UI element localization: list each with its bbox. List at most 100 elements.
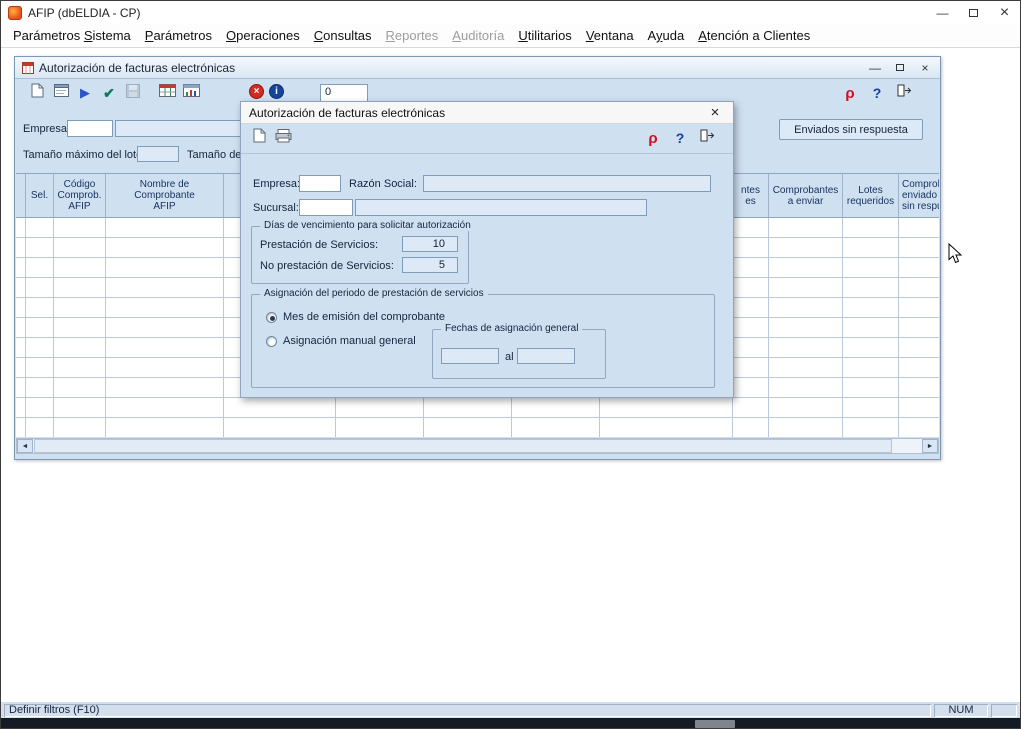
table-cell	[600, 418, 733, 437]
menu-item-utilitarios[interactable]: Utilitarios	[511, 26, 578, 45]
scroll-right-button[interactable]: ►	[922, 439, 938, 453]
new-button[interactable]	[25, 82, 49, 104]
table-chart-button[interactable]	[179, 82, 203, 104]
column-header[interactable]: Comprobaenviadosin respu	[899, 174, 939, 218]
child-toolbar-right: ρ ?	[838, 82, 916, 104]
column-header[interactable]: Comprobantesa enviar	[769, 174, 843, 218]
child-restore-button[interactable]	[892, 64, 908, 71]
help-button[interactable]: ?	[668, 127, 692, 149]
table-cell	[769, 378, 843, 398]
razon-social-field	[423, 175, 711, 192]
table-cell	[843, 218, 899, 238]
properties-button[interactable]	[49, 82, 73, 104]
menu-item-operaciones[interactable]: Operaciones	[219, 26, 307, 45]
horizontal-scrollbar[interactable]: ◄ ►	[16, 438, 939, 454]
rho-button[interactable]: ρ	[838, 82, 862, 104]
new-button[interactable]	[247, 127, 271, 149]
close-icon: ×	[921, 61, 928, 75]
dialog-title: Autorización de facturas electrónicas	[249, 106, 445, 120]
table-cell	[899, 338, 939, 358]
child-close-button[interactable]: ×	[917, 61, 933, 75]
table-cell	[16, 398, 26, 418]
enviados-sin-respuesta-button[interactable]: Enviados sin respuesta	[779, 119, 923, 140]
table-cell	[733, 218, 769, 238]
help-button[interactable]: ?	[865, 82, 889, 104]
radio-asignacion-manual[interactable]: Asignación manual general	[266, 335, 416, 347]
close-button[interactable]: ×	[989, 1, 1020, 24]
table-cell	[424, 418, 512, 437]
radio-mes-emision[interactable]: Mes de emisión del comprobante	[266, 311, 445, 323]
groupbox-fechas: Fechas de asignación general al	[432, 329, 606, 379]
maximize-icon	[969, 9, 978, 17]
fecha-desde-field[interactable]	[441, 348, 499, 364]
column-header[interactable]: Sel.	[26, 174, 54, 218]
exit-button[interactable]	[892, 82, 916, 104]
table-cell	[843, 398, 899, 418]
status-end-panel	[991, 704, 1017, 717]
fecha-hasta-field[interactable]	[517, 348, 575, 364]
scroll-left-button[interactable]: ◄	[17, 439, 33, 453]
save-button[interactable]	[121, 82, 145, 104]
column-header[interactable]: CódigoComprob.AFIP	[54, 174, 106, 218]
table-cell	[512, 398, 600, 418]
menu-item-atencion-a-clientes[interactable]: Atención a Clientes	[691, 26, 817, 45]
table-cell	[224, 418, 336, 437]
new-document-icon	[31, 83, 44, 103]
no-prestacion-label: No prestación de Servicios:	[260, 260, 394, 272]
table-row[interactable]	[16, 418, 939, 437]
table-cell	[224, 398, 336, 418]
child-minimize-button[interactable]: —	[867, 61, 883, 75]
table-icon	[159, 84, 176, 102]
table-cell	[54, 298, 106, 318]
table-cell	[106, 338, 224, 358]
mdi-area: Autorización de facturas electrónicas — …	[1, 49, 1020, 702]
prestacion-dias-field[interactable]: 10	[402, 236, 458, 252]
dialog-close-button[interactable]: ×	[705, 104, 725, 121]
empresa-input[interactable]	[299, 175, 341, 192]
num-lock-indicator: NUM	[934, 704, 988, 717]
table-cell	[843, 358, 899, 378]
restore-icon	[896, 64, 904, 71]
sucursal-name-field	[355, 199, 647, 216]
menu-item-consultas[interactable]: Consultas	[307, 26, 379, 45]
error-status-icon[interactable]: ×	[249, 84, 264, 99]
menu-item-ventana[interactable]: Ventana	[579, 26, 641, 45]
table-cell	[769, 398, 843, 418]
child-toolbar: ▶ ✔	[25, 82, 203, 104]
run-button[interactable]: ▶	[73, 82, 97, 104]
table-row[interactable]	[16, 398, 939, 418]
table-view-button[interactable]	[155, 82, 179, 104]
table-cell	[843, 278, 899, 298]
column-header[interactable]: nteses	[733, 174, 769, 218]
lote-tail-label: Tamaño del	[187, 149, 244, 161]
pending-count-field[interactable]: 0	[320, 84, 368, 102]
maximize-button[interactable]	[958, 1, 989, 24]
table-cell	[106, 218, 224, 238]
scrollbar-thumb[interactable]	[34, 439, 892, 453]
rho-button[interactable]: ρ	[641, 127, 665, 149]
no-prestacion-dias-field[interactable]: 5	[402, 257, 458, 273]
status-message-panel: Definir filtros (F10)	[4, 704, 931, 717]
menu-item-ayuda[interactable]: Ayuda	[641, 26, 692, 45]
sucursal-code-input[interactable]	[299, 199, 353, 216]
radio-selected-icon	[266, 312, 277, 323]
menu-item-parametros[interactable]: Parámetros	[138, 26, 219, 45]
column-header[interactable]	[16, 174, 26, 218]
info-status-icon[interactable]: i	[269, 84, 284, 99]
table-cell	[769, 258, 843, 278]
app-icon	[8, 6, 22, 20]
table-cell	[16, 338, 26, 358]
column-header[interactable]: Lotesrequeridos	[843, 174, 899, 218]
empresa-code-field[interactable]	[67, 120, 113, 137]
exit-button[interactable]	[695, 127, 719, 149]
child-titlebar[interactable]: Autorización de facturas electrónicas — …	[15, 57, 940, 79]
column-header[interactable]: Nombre deComprobanteAFIP	[106, 174, 224, 218]
table-cell	[106, 318, 224, 338]
table-cell	[899, 318, 939, 338]
print-button[interactable]	[271, 127, 295, 149]
dialog-titlebar[interactable]: Autorización de facturas electrónicas ×	[241, 102, 733, 124]
confirm-button[interactable]: ✔	[97, 82, 121, 104]
lote-size-field[interactable]	[137, 146, 179, 162]
minimize-button[interactable]: —	[927, 1, 958, 24]
menu-item-parametros-sistema[interactable]: Parámetros Sistema	[6, 26, 138, 45]
